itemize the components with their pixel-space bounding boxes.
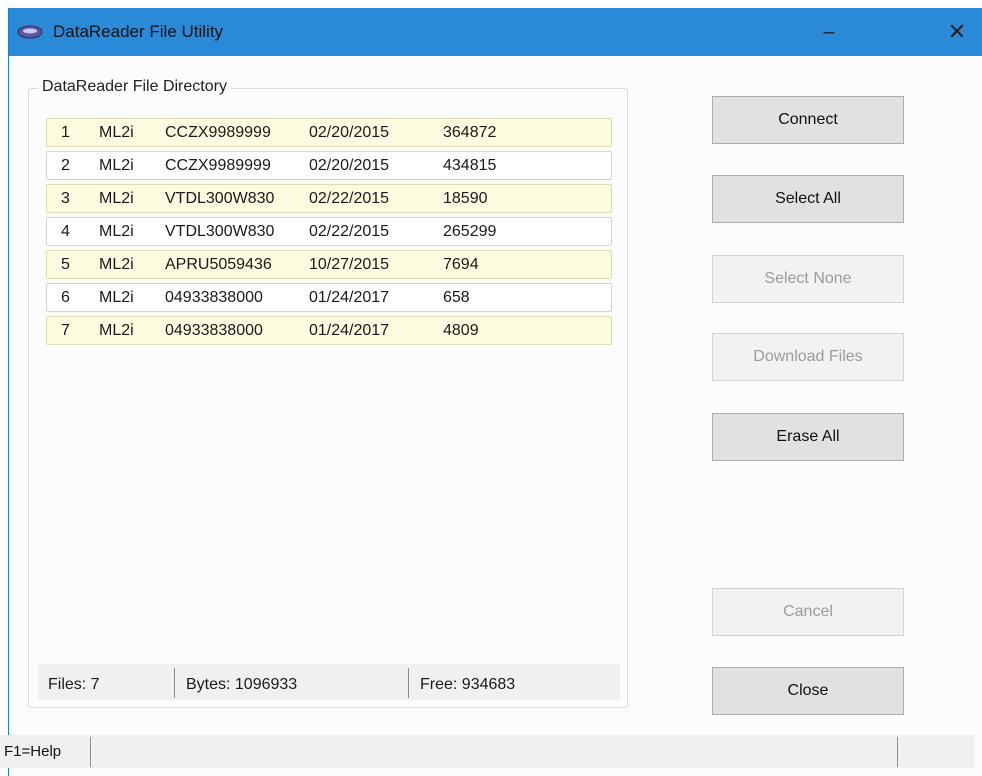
free-space: Free: 934683 bbox=[420, 676, 516, 693]
file-size: 7694 bbox=[443, 256, 479, 273]
stats-divider bbox=[408, 668, 409, 698]
file-number: 6 bbox=[61, 289, 70, 306]
file-row[interactable]: 1 ML2i CCZX9989999 02/20/2015 364872 bbox=[46, 118, 612, 147]
file-number: 1 bbox=[61, 124, 70, 141]
file-name: CCZX9989999 bbox=[165, 124, 271, 141]
download-files-button[interactable]: Download Files bbox=[712, 333, 904, 381]
file-date: 02/20/2015 bbox=[309, 124, 390, 141]
help-hint: F1=Help bbox=[4, 743, 62, 760]
select-none-button[interactable]: Select None bbox=[712, 255, 904, 303]
erase-all-button[interactable]: Erase All bbox=[712, 413, 904, 461]
file-row[interactable]: 4 ML2i VTDL300W830 02/22/2015 265299 bbox=[46, 217, 612, 246]
minimize-icon: – bbox=[823, 20, 835, 43]
file-date: 01/24/2017 bbox=[309, 289, 390, 306]
file-model: ML2i bbox=[99, 256, 134, 273]
file-name: 04933838000 bbox=[165, 322, 263, 339]
status-bar: F1=Help bbox=[0, 735, 974, 768]
file-list[interactable]: 1 ML2i CCZX9989999 02/20/2015 364872 2 M… bbox=[46, 118, 612, 349]
file-date: 10/27/2015 bbox=[309, 256, 390, 273]
file-row[interactable]: 2 ML2i CCZX9989999 02/20/2015 434815 bbox=[46, 151, 612, 180]
file-name: VTDL300W830 bbox=[165, 223, 275, 240]
file-date: 01/24/2017 bbox=[309, 322, 390, 339]
file-model: ML2i bbox=[99, 190, 134, 207]
files-count: Files: 7 bbox=[48, 676, 100, 693]
file-row[interactable]: 5 ML2i APRU5059436 10/27/2015 7694 bbox=[46, 250, 612, 279]
file-number: 2 bbox=[61, 157, 70, 174]
file-name: VTDL300W830 bbox=[165, 190, 275, 207]
datareader-app-icon bbox=[17, 25, 43, 39]
stats-divider bbox=[174, 668, 175, 698]
file-name: APRU5059436 bbox=[165, 256, 272, 273]
minimize-button[interactable]: – bbox=[799, 8, 859, 56]
file-size: 18590 bbox=[443, 190, 488, 207]
select-all-button[interactable]: Select All bbox=[712, 175, 904, 223]
file-row[interactable]: 3 ML2i VTDL300W830 02/22/2015 18590 bbox=[46, 184, 612, 213]
file-size: 658 bbox=[443, 289, 470, 306]
close-button[interactable]: Close bbox=[712, 667, 904, 715]
file-model: ML2i bbox=[99, 124, 134, 141]
window-close-button[interactable]: ✕ bbox=[931, 8, 982, 56]
file-model: ML2i bbox=[99, 157, 134, 174]
file-name: CCZX9989999 bbox=[165, 157, 271, 174]
file-size: 364872 bbox=[443, 124, 497, 141]
file-date: 02/22/2015 bbox=[309, 223, 390, 240]
status-panel bbox=[90, 737, 898, 767]
title-bar[interactable]: DataReader File Utility – ✕ bbox=[9, 8, 982, 56]
connect-button[interactable]: Connect bbox=[712, 96, 904, 144]
file-model: ML2i bbox=[99, 322, 134, 339]
file-row[interactable]: 6 ML2i 04933838000 01/24/2017 658 bbox=[46, 283, 612, 312]
file-number: 5 bbox=[61, 256, 70, 273]
file-date: 02/22/2015 bbox=[309, 190, 390, 207]
file-date: 02/20/2015 bbox=[309, 157, 390, 174]
cancel-button[interactable]: Cancel bbox=[712, 588, 904, 636]
file-number: 3 bbox=[61, 190, 70, 207]
file-size: 265299 bbox=[443, 223, 497, 240]
file-size: 434815 bbox=[443, 157, 497, 174]
file-row[interactable]: 7 ML2i 04933838000 01/24/2017 4809 bbox=[46, 316, 612, 345]
file-model: ML2i bbox=[99, 223, 134, 240]
close-icon: ✕ bbox=[947, 19, 967, 44]
file-number: 4 bbox=[61, 223, 70, 240]
file-directory-legend: DataReader File Directory bbox=[38, 78, 231, 96]
directory-stats-bar: Files: 7 Bytes: 1096933 Free: 934683 bbox=[38, 664, 620, 700]
file-name: 04933838000 bbox=[165, 289, 263, 306]
bytes-total: Bytes: 1096933 bbox=[186, 676, 298, 693]
window-title: DataReader File Utility bbox=[53, 22, 224, 41]
file-number: 7 bbox=[61, 322, 70, 339]
file-size: 4809 bbox=[443, 322, 479, 339]
file-model: ML2i bbox=[99, 289, 134, 306]
